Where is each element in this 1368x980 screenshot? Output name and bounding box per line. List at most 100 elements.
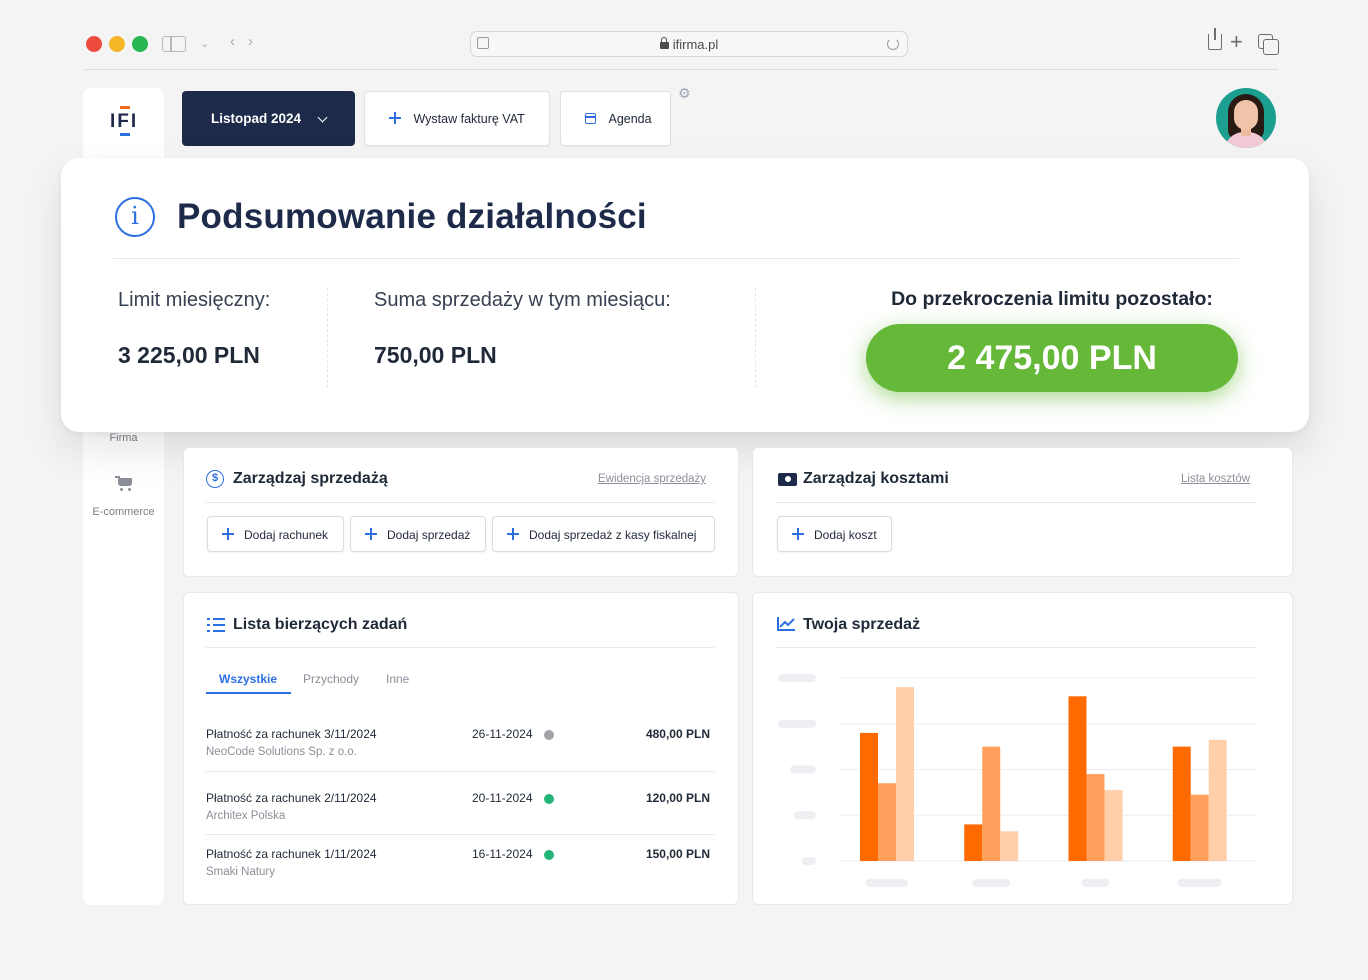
chart-bar <box>896 687 914 861</box>
task-company: NeoCode Solutions Sp. z o.o. <box>206 746 357 758</box>
divider <box>206 647 714 648</box>
remaining-limit-label: Do przekroczenia limitu pozostało: <box>891 288 1213 310</box>
active-tab-indicator <box>206 692 291 694</box>
new-tab-icon[interactable]: + <box>1230 31 1243 53</box>
chart-bar <box>1208 739 1227 861</box>
y-tick-placeholder <box>778 719 816 728</box>
monthly-limit-label: Limit miesięczny: <box>118 289 271 311</box>
task-company: Architex Polska <box>206 810 286 822</box>
activity-summary-card: i Podsumowanie działalności Limit miesię… <box>61 158 1309 432</box>
add-bill-button[interactable]: Dodaj rachunek <box>207 516 344 552</box>
chart-bar <box>860 732 878 861</box>
sales-chart-title: Twoja sprzedaż <box>803 616 921 633</box>
chart-bar <box>982 746 1001 861</box>
gear-icon[interactable]: ⚙ <box>678 86 691 100</box>
issue-invoice-button[interactable]: Wystaw fakturę VAT <box>364 91 550 146</box>
plus-icon <box>389 112 401 124</box>
lock-icon <box>659 37 669 49</box>
minimize-window-button[interactable] <box>109 36 125 52</box>
x-tick-placeholder <box>866 879 908 887</box>
y-tick-placeholder <box>794 811 816 820</box>
reload-icon[interactable] <box>887 38 899 50</box>
status-dot <box>544 730 554 740</box>
divider <box>206 834 714 835</box>
add-sale-button[interactable]: Dodaj sprzedaż <box>350 516 486 552</box>
chart-bar <box>1172 746 1191 861</box>
add-bill-label: Dodaj rachunek <box>244 528 329 542</box>
summary-title: Podsumowanie działalności <box>177 197 647 236</box>
info-icon: i <box>115 197 155 237</box>
add-fiscal-sale-button[interactable]: Dodaj sprzedaż z kasy fiskalnej <box>492 516 715 552</box>
x-tick-placeholder <box>1081 879 1110 887</box>
add-cost-button[interactable]: Dodaj koszt <box>777 516 892 552</box>
sales-bar-chart <box>778 674 1257 887</box>
divider <box>113 258 1239 259</box>
divider <box>755 288 756 388</box>
manage-costs-panel <box>752 447 1293 577</box>
tab-all[interactable]: Wszystkie <box>219 672 277 686</box>
y-tick-placeholder <box>802 857 816 865</box>
plus-icon <box>507 528 519 540</box>
tasks-title: Lista bierzących zadań <box>233 616 408 633</box>
month-selector[interactable]: Listopad 2024 <box>182 91 355 146</box>
status-dot <box>544 794 554 804</box>
close-window-button[interactable] <box>86 36 102 52</box>
manage-sales-panel <box>183 447 739 577</box>
divider <box>327 288 328 388</box>
add-sale-label: Dodaj sprzedaż <box>387 528 471 542</box>
share-icon[interactable] <box>1208 28 1222 50</box>
task-company: Smaki Natury <box>206 866 276 878</box>
sidebar-toggle-icon[interactable] <box>162 36 186 52</box>
money-icon <box>778 473 797 486</box>
sales-records-link[interactable]: Ewidencja sprzedaży <box>598 473 706 485</box>
manage-sales-title: Zarządzaj sprzedażą <box>233 470 388 487</box>
chevron-down-icon <box>317 112 328 123</box>
task-date: 16-11-2024 <box>472 847 533 861</box>
status-dot <box>544 850 554 860</box>
issue-invoice-label: Wystaw fakturę VAT <box>413 112 525 126</box>
chevron-down-icon[interactable]: ⌄ <box>200 36 209 52</box>
ifirma-logo[interactable]: IFI <box>110 106 140 136</box>
back-icon[interactable]: ‹ <box>230 34 235 50</box>
x-tick-placeholder <box>1177 879 1222 887</box>
chart-bar <box>1000 831 1019 861</box>
list-icon <box>207 618 225 632</box>
chart-bar <box>1190 794 1209 861</box>
dollar-icon: $ <box>206 470 224 488</box>
agenda-label: Agenda <box>608 112 652 126</box>
monthly-limit-value: 3 225,00 PLN <box>118 342 260 368</box>
sidebar-item-ecommerce[interactable]: E-commerce <box>83 506 164 518</box>
plus-icon <box>222 528 234 540</box>
y-tick-placeholder <box>790 765 816 774</box>
chart-bar <box>1068 696 1087 861</box>
url-text: ifirma.pl <box>672 37 719 52</box>
month-label: Listopad 2024 <box>211 111 302 126</box>
chart-bar <box>1104 790 1123 861</box>
tab-other[interactable]: Inne <box>386 672 409 686</box>
avatar[interactable] <box>1216 88 1276 148</box>
chart-bar <box>964 824 983 861</box>
divider <box>206 502 714 503</box>
costs-list-link[interactable]: Lista kosztów <box>1181 473 1250 485</box>
task-amount: 150,00 PLN <box>645 847 710 861</box>
cart-icon[interactable] <box>115 476 133 491</box>
forward-icon[interactable]: › <box>248 34 253 50</box>
monthly-sales-value: 750,00 PLN <box>374 342 497 368</box>
task-title: Płatność za rachunek 3/11/2024 <box>206 727 377 741</box>
agenda-button[interactable]: Agenda <box>560 91 671 146</box>
tab-overview-icon[interactable] <box>1258 34 1279 55</box>
trend-chart-icon <box>777 617 795 631</box>
add-cost-label: Dodaj koszt <box>814 528 877 542</box>
manage-costs-title: Zarządzaj kosztami <box>803 470 949 487</box>
monthly-sales-label: Suma sprzedaży w tym miesiącu: <box>374 289 671 311</box>
chart-bar <box>878 783 896 861</box>
maximize-window-button[interactable] <box>132 36 148 52</box>
divider <box>776 502 1257 503</box>
add-fiscal-sale-label: Dodaj sprzedaż z kasy fiskalnej <box>529 528 697 542</box>
plus-icon <box>365 528 377 540</box>
task-amount: 120,00 PLN <box>645 791 710 805</box>
sidebar-item-firma[interactable]: Firma <box>83 432 164 444</box>
address-bar[interactable]: ifirma.pl <box>470 31 908 57</box>
task-date: 20-11-2024 <box>472 791 533 805</box>
tab-income[interactable]: Przychody <box>303 672 359 686</box>
